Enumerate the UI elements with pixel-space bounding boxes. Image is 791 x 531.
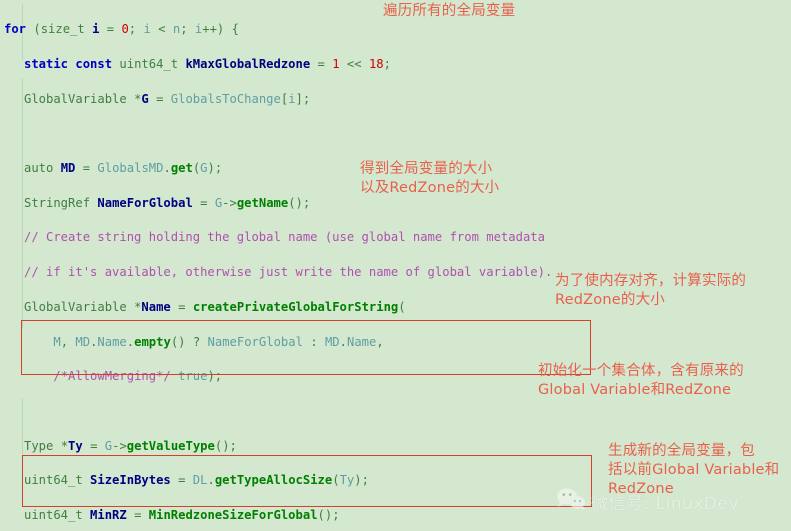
anno-init-struct: 初始化一个集合体，含有原来的 Global Variable和RedZone xyxy=(538,363,744,398)
anno-align-redzone: 为了使内存对齐，计算实际的 RedZone的大小 xyxy=(555,273,747,308)
code-line: M, MD.Name.empty() ? NameForGlobal : MD.… xyxy=(53,334,384,349)
code-line: // Create string holding the global name… xyxy=(24,230,545,245)
code-screenshot: for (size_t i = 0; i < n; i++) { static … xyxy=(0,0,791,531)
code-line: for (size_t i = 0; i < n; i++) { xyxy=(4,22,239,37)
wechat-watermark: 微信号: LinuxDev xyxy=(556,487,739,515)
code-line: GlobalVariable *G = GlobalsToChange[i]; xyxy=(24,91,311,106)
wechat-icon xyxy=(556,487,586,515)
code-line: static const uint64_t kMaxGlobalRedzone … xyxy=(24,57,391,72)
anno-global-size: 得到全局变量的大小 以及RedZone的大小 xyxy=(360,161,500,196)
anno-traverse-globals: 遍历所有的全局变量 xyxy=(383,3,516,19)
wechat-id-label: 微信号: LinuxDev xyxy=(591,493,740,514)
